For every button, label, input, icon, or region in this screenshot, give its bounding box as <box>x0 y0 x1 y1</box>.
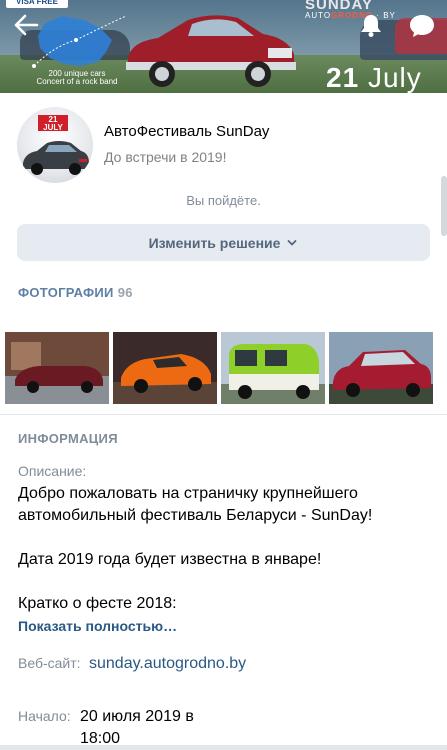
attendance-status: Вы пойдёте. <box>186 193 261 208</box>
website-link[interactable]: sunday.autogrodno.by <box>89 653 249 675</box>
change-decision-label: Изменить решение <box>148 234 281 251</box>
website-label: Веб-сайт: <box>18 655 81 671</box>
notifications-button[interactable] <box>358 12 384 38</box>
photos-header-label: ФОТОГРАФИИ <box>18 285 114 300</box>
show-more-link[interactable]: Показать полностью… <box>18 618 177 634</box>
info-section-header: ИНФОРМАЦИЯ <box>18 431 118 446</box>
visa-free-badge: VISA FREE <box>6 0 68 8</box>
back-button[interactable] <box>11 12 41 38</box>
event-status-text: До встречи в 2019! <box>104 149 227 165</box>
photo-image <box>5 332 109 404</box>
start-time-label: Начало: <box>18 708 71 724</box>
chat-bubble-icon <box>410 15 434 37</box>
avatar-car-graphic <box>23 141 89 175</box>
photo-image <box>329 332 433 404</box>
photo-thumbnail[interactable] <box>113 332 217 404</box>
photo-thumbnail[interactable] <box>5 332 109 404</box>
change-decision-button[interactable]: Изменить решение <box>17 224 430 261</box>
avatar-date-ribbon: 21 JULY <box>38 115 68 132</box>
description-line: Дата 2019 года будет известна в январе! <box>18 551 322 568</box>
arrow-left-icon <box>14 14 39 36</box>
description-label: Описание: <box>18 463 87 479</box>
photo-thumbnail[interactable] <box>221 332 325 404</box>
photo-image <box>221 332 325 404</box>
description-line: Добро пожаловать на страничку крупнейшег… <box>18 485 373 524</box>
photos-count: 96 <box>117 285 133 300</box>
event-title: АвтоФестиваль SunDay <box>104 123 270 140</box>
event-avatar[interactable]: 21 JULY <box>17 107 93 183</box>
bottom-separator <box>0 745 447 750</box>
description-line: Кратко о фесте 2018: <box>18 595 177 612</box>
messages-button[interactable] <box>408 12 436 40</box>
description-text: Добро пожаловать на страничку крупнейшег… <box>18 483 428 615</box>
cover-date: 21 July <box>326 62 422 93</box>
photos-section-header[interactable]: ФОТОГРАФИИ 96 <box>18 285 133 300</box>
photos-strip <box>5 332 443 404</box>
section-divider <box>0 414 447 415</box>
bell-icon <box>361 15 381 37</box>
map-caption: 200 unique cars Concert of a rock band <box>36 69 118 86</box>
photo-thumbnail[interactable] <box>329 332 433 404</box>
scrollbar[interactable] <box>441 176 447 236</box>
photo-image <box>113 332 217 404</box>
start-time-value: 20 июля 2019 в 18:00 <box>80 708 194 747</box>
cover-classic-car <box>126 15 296 87</box>
chevron-down-icon <box>288 239 297 245</box>
